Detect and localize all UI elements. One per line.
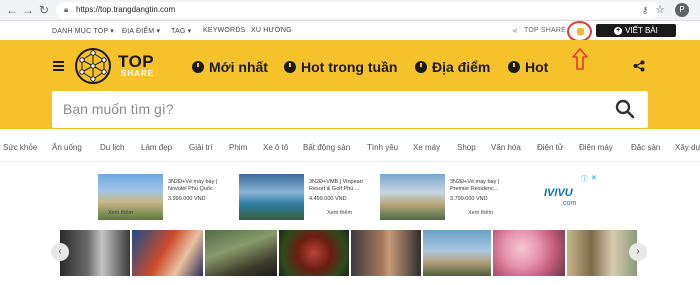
nav-label: Địa điểm bbox=[432, 59, 491, 75]
page: ← → ↻ 🔒︎ https://top.trangdangtin.com ⚷ … bbox=[0, 0, 700, 285]
slider-image[interactable] bbox=[567, 230, 637, 276]
forward-icon[interactable]: → bbox=[21, 3, 35, 17]
slider-image[interactable] bbox=[60, 230, 130, 276]
logo-subtext: SHARE bbox=[121, 69, 155, 78]
category-item[interactable]: Văn hóa bbox=[491, 143, 521, 152]
slider-image[interactable] bbox=[132, 230, 203, 276]
ad-more-link[interactable]: Xem thêm bbox=[327, 210, 352, 216]
slider-image[interactable] bbox=[279, 230, 349, 276]
ad-close-icon[interactable]: ✕ bbox=[591, 174, 597, 182]
slider-image[interactable] bbox=[351, 230, 421, 276]
category-item[interactable]: Giải trí bbox=[189, 143, 213, 152]
search-icon[interactable] bbox=[615, 99, 635, 119]
ad-brand-suffix: .com bbox=[561, 200, 577, 207]
ad-card[interactable]: 3N2Đ+Vé máy bay | Novotel Phú Quốc 3.999… bbox=[98, 174, 232, 220]
logo-icon[interactable] bbox=[73, 47, 115, 85]
ad-card[interactable]: 3N2Đ+VMB | Vinpearl Resort & Golf Phú ..… bbox=[239, 174, 373, 220]
ad-title: 3N2Đ+VMB | Vinpearl bbox=[309, 179, 363, 185]
plus-circle-icon: + bbox=[614, 26, 623, 35]
top-share-link[interactable]: TOP SHARE bbox=[524, 27, 566, 34]
category-item[interactable]: Xe ô tô bbox=[263, 143, 288, 152]
ad-card[interactable]: 3N2Đ+Vé máy bay | Premier Residenc... 3.… bbox=[380, 174, 514, 220]
category-item[interactable]: Xây dựng bbox=[675, 143, 700, 152]
category-item[interactable]: Điện máy bbox=[579, 143, 613, 152]
back-icon[interactable]: ← bbox=[5, 3, 19, 17]
category-item[interactable]: Đặc sản bbox=[631, 143, 660, 152]
menu-danh-muc[interactable]: DANH MỤC TOP ▾ bbox=[52, 27, 114, 35]
profile-avatar[interactable]: P bbox=[675, 3, 689, 17]
category-item[interactable]: Ăn uống bbox=[52, 143, 82, 152]
nav-label: Mới nhất bbox=[209, 59, 268, 75]
search-input[interactable]: Bạn muốn tìm gì? bbox=[63, 101, 174, 117]
category-item[interactable]: Sức khỏe bbox=[3, 143, 37, 152]
hamburger-menu-icon[interactable] bbox=[53, 61, 64, 71]
ad-more-link[interactable]: Xem thêm bbox=[108, 210, 133, 216]
category-item[interactable]: Bất động sản bbox=[303, 143, 350, 152]
category-item[interactable]: Shop bbox=[457, 143, 476, 152]
ad-more-link[interactable]: Xem thêm bbox=[468, 210, 493, 216]
slider-image[interactable] bbox=[205, 230, 277, 276]
clock-icon bbox=[415, 61, 427, 73]
clock-icon bbox=[192, 61, 204, 73]
slider-prev-button[interactable]: ‹ bbox=[51, 243, 69, 261]
slider-next-button[interactable]: › bbox=[629, 243, 647, 261]
arrow-up-icon bbox=[572, 48, 588, 70]
menu-keywords[interactable]: KEYWORDS bbox=[203, 27, 245, 34]
menu-dia-diem[interactable]: ĐỊA ĐIỂM ▾ bbox=[122, 27, 160, 35]
browser-toolbar: ← → ↻ 🔒︎ https://top.trangdangtin.com ⚷ … bbox=[0, 0, 700, 21]
ad-price: 3.999.000 VND bbox=[168, 196, 206, 202]
nav-hot[interactable]: Hot bbox=[508, 58, 548, 76]
menu-xu-huong[interactable]: XU HƯỚNG bbox=[251, 27, 292, 34]
category-item[interactable]: Du lịch bbox=[100, 143, 124, 152]
ad-price: 3.799.000 VND bbox=[450, 196, 488, 202]
nav-dia-diem[interactable]: Địa điểm bbox=[415, 58, 490, 76]
lock-icon: 🔒︎ bbox=[64, 5, 69, 14]
category-item[interactable]: Phim bbox=[229, 143, 247, 152]
ad-info-icon[interactable]: ⓘ bbox=[581, 174, 588, 184]
clock-icon bbox=[508, 61, 520, 73]
search-box[interactable]: Bạn muốn tìm gì? bbox=[52, 91, 648, 128]
share-icon[interactable] bbox=[633, 60, 645, 72]
ad-title: 3N2Đ+Vé máy bay | bbox=[168, 179, 218, 185]
nav-hot-trong-tuan[interactable]: Hot trong tuần bbox=[284, 58, 397, 76]
ad-price: 4.499.000 VND bbox=[309, 196, 347, 202]
category-item[interactable]: Xe máy bbox=[413, 143, 440, 152]
ad-image[interactable] bbox=[239, 174, 304, 220]
key-icon[interactable]: ⚷ bbox=[638, 3, 652, 17]
url-text: https://top.trangdangtin.com bbox=[76, 5, 176, 14]
divider bbox=[0, 161, 700, 162]
nav-moi-nhat[interactable]: Mới nhất bbox=[192, 58, 268, 76]
menu-tag[interactable]: TAG ▾ bbox=[171, 27, 191, 35]
ad-title: Novotel Phú Quốc bbox=[168, 186, 213, 192]
slider-image[interactable] bbox=[493, 230, 565, 276]
ad-image[interactable] bbox=[380, 174, 445, 220]
nav-label: Hot trong tuần bbox=[301, 59, 398, 75]
write-post-label: VIẾT BÀI bbox=[625, 26, 658, 35]
ad-brand-card[interactable]: IVIVU .com ⓘ ✕ bbox=[521, 174, 601, 220]
category-item[interactable]: Tình yêu bbox=[367, 143, 398, 152]
ad-title: 3N2Đ+Vé máy bay | bbox=[450, 179, 500, 185]
category-item[interactable]: Làm đẹp bbox=[141, 143, 172, 152]
ad-brand-logo: IVIVU bbox=[544, 187, 573, 199]
share-small-icon[interactable]: ⋖ bbox=[512, 27, 518, 35]
ad-title: Resort & Golf Phú ... bbox=[309, 186, 360, 192]
star-icon[interactable]: ☆ bbox=[653, 3, 667, 17]
clock-icon bbox=[284, 61, 296, 73]
slider-image[interactable] bbox=[423, 230, 491, 276]
reload-icon[interactable]: ↻ bbox=[37, 3, 51, 17]
nav-label: Hot bbox=[525, 59, 549, 75]
ad-title: Premier Residenc... bbox=[450, 186, 499, 192]
address-bar[interactable]: 🔒︎ https://top.trangdangtin.com bbox=[56, 2, 659, 19]
category-item[interactable]: Điện tử bbox=[537, 143, 563, 152]
user-icon[interactable] bbox=[577, 28, 584, 35]
write-post-button[interactable]: + VIẾT BÀI bbox=[596, 24, 676, 37]
